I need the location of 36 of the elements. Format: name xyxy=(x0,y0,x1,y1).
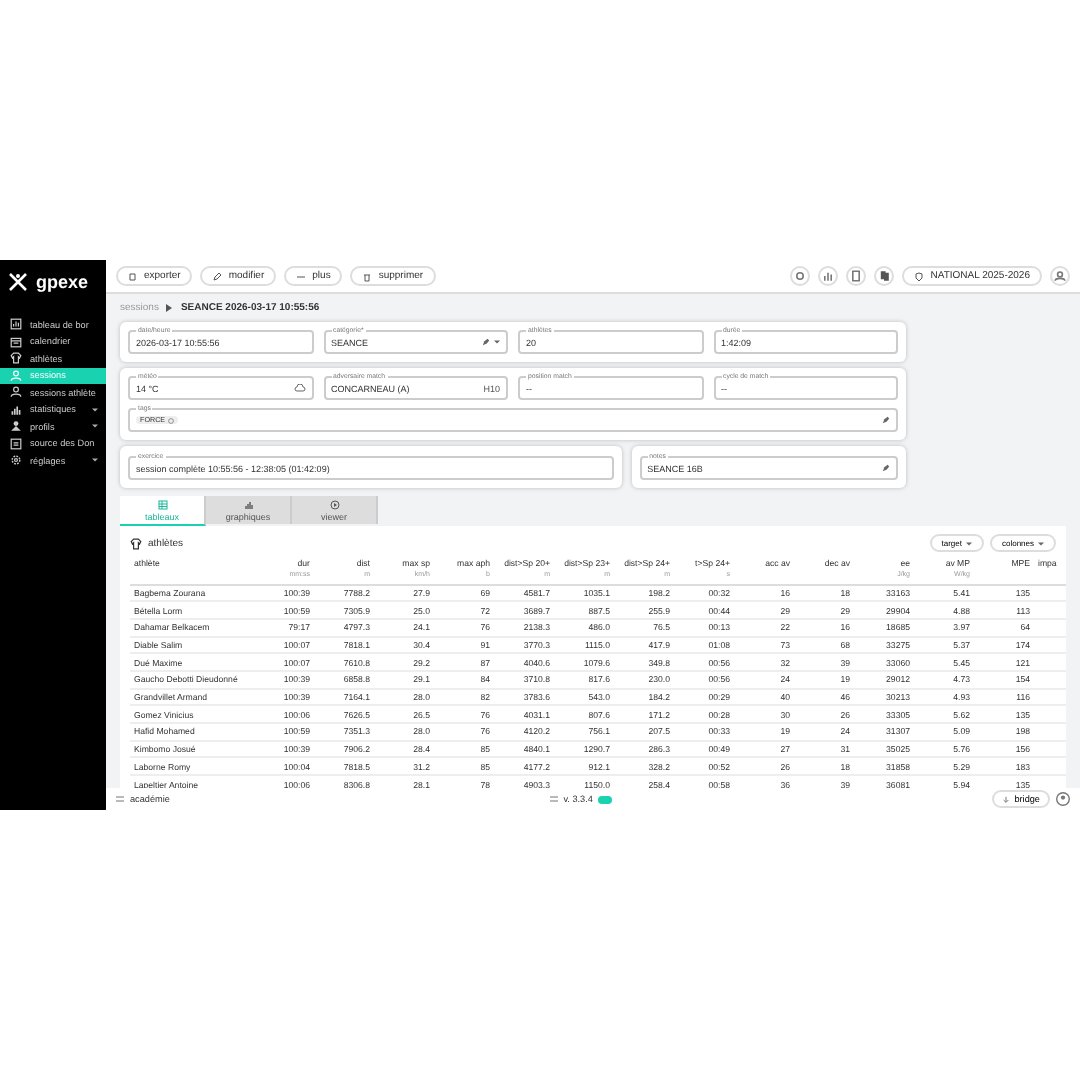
download-icon xyxy=(1002,795,1011,803)
status-pill xyxy=(598,795,613,803)
caret-icon xyxy=(1038,541,1044,545)
files-icon[interactable] xyxy=(874,266,895,286)
person-icon xyxy=(10,420,22,433)
document-icon[interactable] xyxy=(846,266,867,286)
calendar-icon xyxy=(10,335,22,348)
people-icon xyxy=(10,386,22,399)
dashboard-icon xyxy=(10,318,22,331)
app-logo: gpexe xyxy=(36,272,89,292)
play-icon xyxy=(329,499,339,509)
pencil-icon xyxy=(212,271,223,281)
table-icon xyxy=(157,499,167,509)
shirt-icon xyxy=(10,352,22,365)
chevron-icon xyxy=(166,304,173,312)
logo-icon xyxy=(8,272,28,292)
pencil-icon[interactable] xyxy=(482,338,490,346)
document-icon xyxy=(128,271,138,281)
pencil-icon[interactable] xyxy=(882,464,890,472)
caret-icon xyxy=(92,424,98,429)
caret-icon[interactable] xyxy=(494,340,500,344)
pencil-icon[interactable] xyxy=(882,416,890,424)
cloud-icon xyxy=(293,384,305,392)
shield-icon xyxy=(914,271,925,281)
caret-icon xyxy=(92,407,98,412)
trash-icon xyxy=(362,271,373,281)
bar-chart-icon xyxy=(10,403,22,416)
caret-icon xyxy=(92,458,98,463)
people-icon xyxy=(10,369,22,382)
list-icon xyxy=(10,437,22,450)
bar-chart-icon xyxy=(243,499,253,509)
dash-icon xyxy=(296,271,307,281)
caret-icon xyxy=(965,541,972,545)
shirt-icon xyxy=(130,537,142,549)
settings-icon xyxy=(10,454,22,467)
bar-chart-icon[interactable] xyxy=(818,266,839,286)
